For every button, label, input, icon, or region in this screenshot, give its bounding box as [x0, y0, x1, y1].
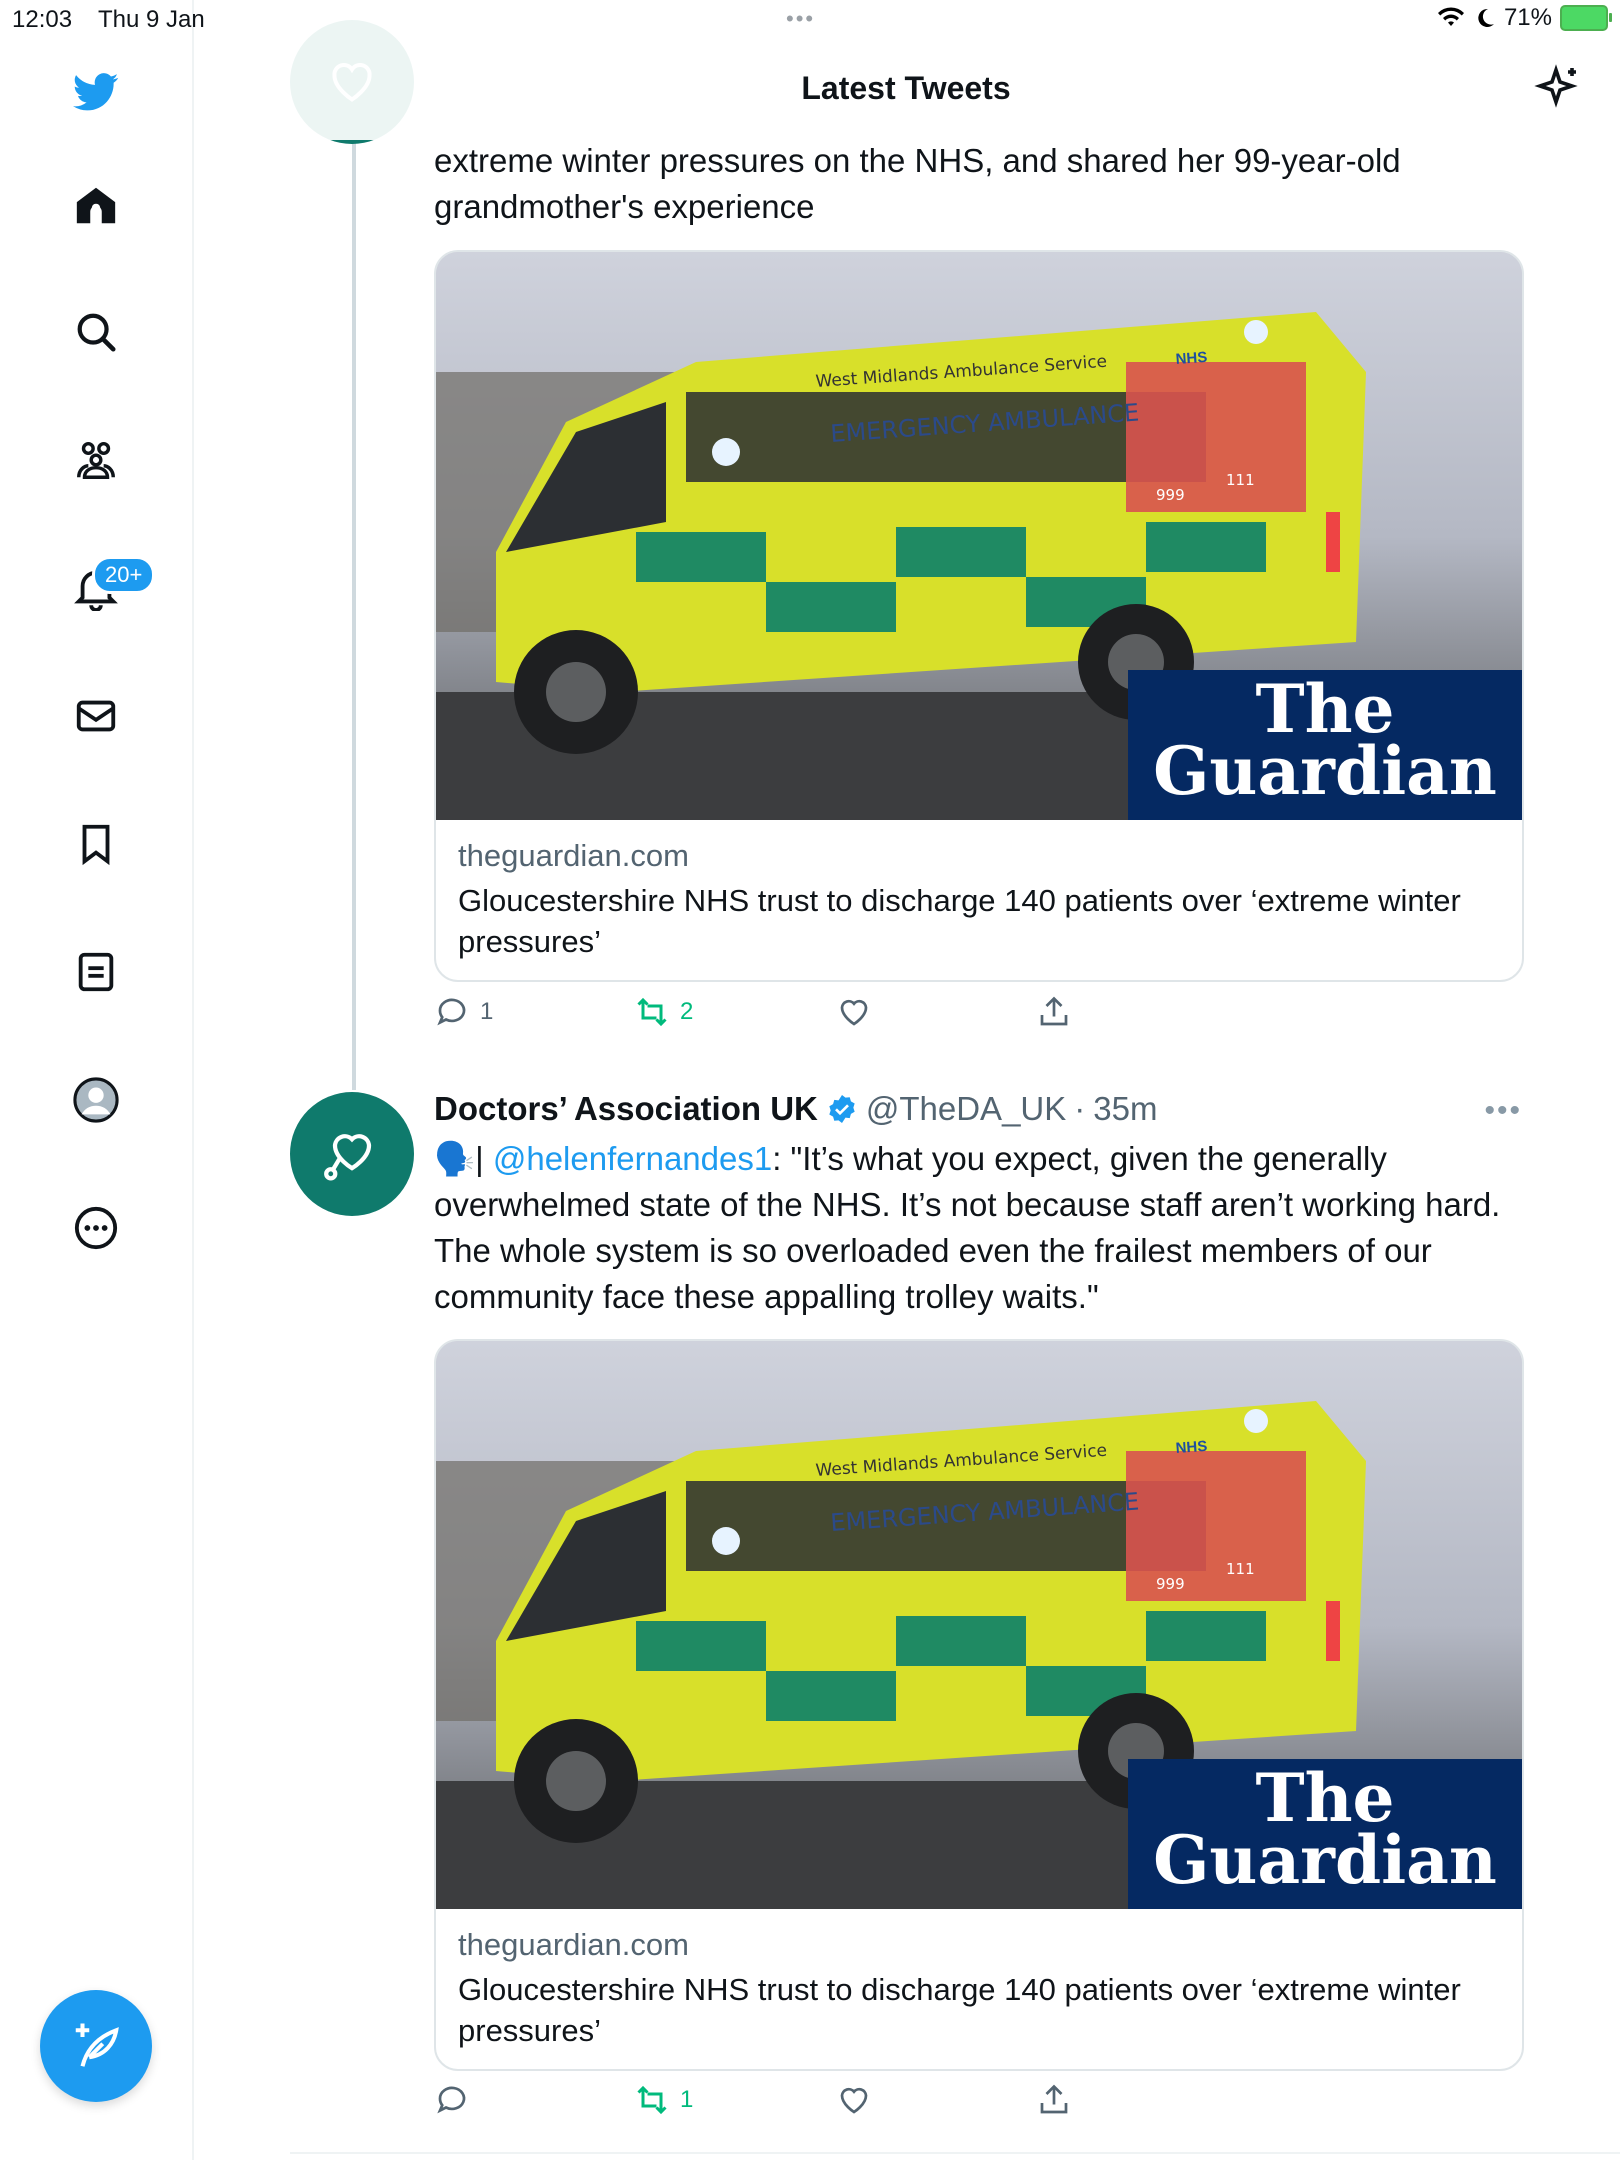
status-date: Thu 9 Jan — [98, 6, 205, 33]
verified-icon — [829, 1095, 855, 1123]
tweet-text: extreme winter pressures on the NHS, and… — [434, 142, 1401, 225]
ambulance-nhs-text: NHS — [1175, 1438, 1208, 1457]
guardian-logo-line1: The — [1255, 670, 1395, 748]
like-icon — [840, 2087, 868, 2114]
multitasking-dots-icon[interactable]: ••• — [786, 6, 815, 32]
mail-icon[interactable] — [60, 680, 132, 752]
ambulance-111-text: 111 — [1226, 1560, 1255, 1578]
guardian-logo-line2: Guardian — [1153, 1821, 1497, 1899]
reply-icon — [437, 998, 466, 1026]
sparkle-icon[interactable] — [1534, 64, 1582, 112]
twitter-logo-icon[interactable] — [60, 56, 132, 128]
page-title: Latest Tweets — [801, 70, 1011, 106]
reply-count: 1 — [480, 998, 494, 1025]
notifications-badge: 20+ — [92, 556, 156, 594]
status-right: 71% — [1436, 4, 1612, 32]
tweet-actions: 1 2 — [434, 994, 1074, 1044]
more-options-icon[interactable]: ••• — [1484, 1094, 1522, 1128]
battery-icon — [1560, 5, 1612, 31]
status-bar: 12:03 Thu 9 Jan ••• 71% — [0, 0, 1620, 40]
tweet-actions: 1 — [434, 2082, 1074, 2132]
retweet-icon — [637, 997, 667, 1027]
tweet-time[interactable]: 35m — [1093, 1090, 1157, 1128]
thread-line — [352, 130, 356, 1090]
communities-icon[interactable] — [60, 424, 132, 496]
bookmark-icon[interactable] — [60, 808, 132, 880]
guardian-logo: The Guardian — [1128, 670, 1522, 820]
card-meta: theguardian.com Gloucestershire NHS trus… — [436, 1909, 1522, 2069]
avatar[interactable] — [290, 1092, 414, 1216]
link-card[interactable]: West Midlands Ambulance Service NHS EMER… — [434, 250, 1524, 982]
article-image: West Midlands Ambulance Service NHS EMER… — [436, 1341, 1522, 1909]
card-title: Gloucestershire NHS trust to discharge 1… — [458, 883, 1461, 959]
tweet-header: Doctors’ Association UK @TheDA_UK · 35m — [434, 1090, 1157, 1128]
share-button[interactable] — [1036, 2082, 1072, 2118]
share-button[interactable] — [1036, 994, 1072, 1030]
search-icon[interactable] — [60, 296, 132, 368]
separator-dot: · — [1074, 1090, 1086, 1127]
tweet-text: 🗣️| @helenfernandes1: "It’s what you exp… — [434, 1136, 1514, 1320]
card-domain: theguardian.com — [458, 1927, 689, 1962]
retweet-count: 1 — [680, 2086, 694, 2113]
article-image: West Midlands Ambulance Service NHS EMER… — [436, 252, 1522, 820]
like-button[interactable] — [836, 2082, 872, 2118]
compose-icon — [75, 2023, 119, 2067]
status-time: 12:03 — [12, 6, 73, 33]
home-icon[interactable] — [60, 170, 132, 242]
mention-link[interactable]: @helenfernandes1 — [493, 1140, 772, 1177]
share-icon — [1040, 996, 1068, 1026]
ambulance-nhs-text: NHS — [1175, 349, 1208, 368]
moon-icon — [1478, 8, 1494, 27]
card-domain: theguardian.com — [458, 838, 689, 873]
retweet-button[interactable]: 2 — [634, 994, 693, 1030]
retweet-count: 2 — [680, 998, 694, 1025]
compose-button[interactable] — [40, 1990, 152, 2102]
battery-percent: 71% — [1503, 4, 1552, 31]
wifi-icon — [1437, 7, 1464, 26]
retweet-button[interactable]: 1 — [634, 2082, 693, 2118]
like-button[interactable] — [836, 994, 872, 1030]
ambulance-111-text: 111 — [1226, 471, 1255, 489]
card-meta: theguardian.com Gloucestershire NHS trus… — [436, 820, 1522, 980]
lists-icon[interactable] — [60, 936, 132, 1008]
card-title: Gloucestershire NHS trust to discharge 1… — [458, 1972, 1461, 2048]
author-name[interactable]: Doctors’ Association UK — [434, 1090, 818, 1128]
ambulance-999-text: 999 — [1156, 486, 1185, 504]
link-card[interactable]: West Midlands Ambulance Service NHS EMER… — [434, 1339, 1524, 2071]
retweet-icon — [637, 2085, 667, 2115]
guardian-logo-line2: Guardian — [1153, 732, 1497, 810]
reply-icon — [437, 2086, 466, 2114]
ambulance-999-text: 999 — [1156, 1575, 1185, 1593]
reply-button[interactable]: 1 — [434, 994, 493, 1030]
more-icon[interactable] — [60, 1192, 132, 1264]
speaker-emoji: 🗣️| — [434, 1140, 493, 1177]
profile-icon[interactable] — [60, 1064, 132, 1136]
like-icon — [840, 999, 868, 1026]
tweet-divider — [290, 2152, 1620, 2154]
author-handle[interactable]: @TheDA_UK — [866, 1090, 1066, 1128]
guardian-logo-line1: The — [1255, 1759, 1395, 1837]
sidebar: 20+ — [0, 0, 194, 2160]
stethoscope-heart-icon — [324, 1134, 372, 1181]
reply-button[interactable] — [434, 2082, 480, 2118]
guardian-logo: The Guardian — [1128, 1759, 1522, 1909]
share-icon — [1040, 2084, 1068, 2114]
